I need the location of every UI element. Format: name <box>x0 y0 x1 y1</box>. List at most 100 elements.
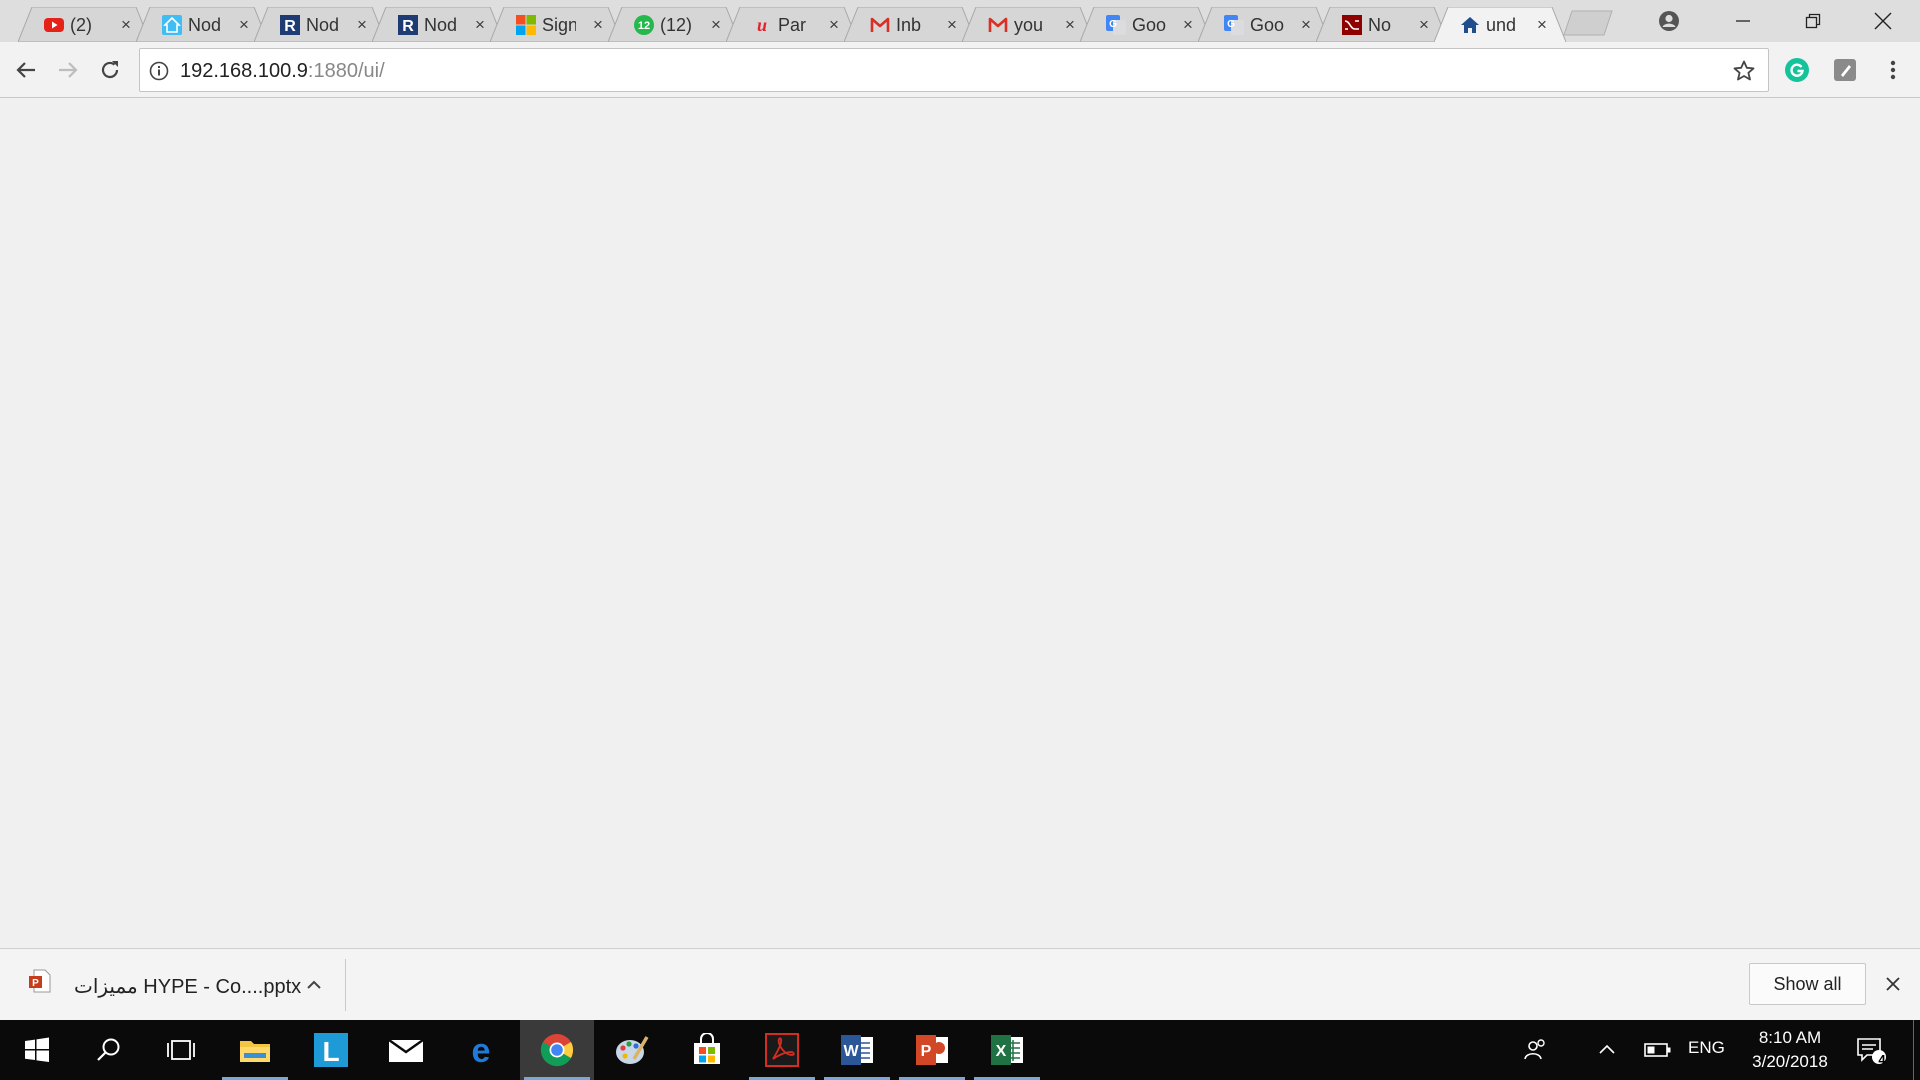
tab-par[interactable]: u Par × <box>726 7 858 42</box>
tab-close-icon[interactable]: × <box>1533 16 1551 34</box>
show-hidden-icons-button[interactable] <box>1585 1020 1629 1080</box>
download-shelf: P مميزات HYPE - Co....pptx Show all <box>0 948 1920 1020</box>
minimize-icon <box>1736 20 1750 22</box>
taskbar-mail[interactable] <box>369 1020 443 1080</box>
tab-google-translate-2[interactable]: G Goo × <box>1198 7 1330 42</box>
l-app-icon: L <box>314 1033 348 1067</box>
bookmark-star-icon[interactable] <box>1732 59 1756 83</box>
taskbar-file-explorer[interactable] <box>218 1020 292 1080</box>
people-button[interactable] <box>1512 1020 1560 1080</box>
tab-google-translate-1[interactable]: G Goo × <box>1080 7 1212 42</box>
address-bar[interactable]: 192.168.100.9:1880/ui/ <box>139 48 1769 92</box>
mail-icon <box>388 1039 424 1062</box>
taskbar-chrome[interactable] <box>520 1020 594 1080</box>
task-view-icon <box>167 1040 195 1060</box>
task-view-button[interactable] <box>144 1020 218 1080</box>
close-shelf-button[interactable] <box>1880 971 1906 997</box>
show-all-button[interactable]: Show all <box>1749 963 1866 1005</box>
tab-title: Goo <box>1132 15 1166 35</box>
svg-text:P: P <box>921 1043 932 1060</box>
show-desktop-button[interactable] <box>1913 1020 1920 1080</box>
start-button[interactable] <box>0 1020 74 1080</box>
tab-r-2[interactable]: R Nod × <box>372 7 504 42</box>
action-center-button[interactable]: 4 <box>1846 1020 1896 1080</box>
tab-title: Nod <box>306 15 340 35</box>
tab-close-icon[interactable]: × <box>1061 16 1079 34</box>
taskbar-acrobat[interactable] <box>745 1020 819 1080</box>
download-options-button[interactable] <box>300 971 328 999</box>
taskbar-excel[interactable]: X <box>970 1020 1044 1080</box>
search-button[interactable] <box>72 1020 146 1080</box>
tab-close-icon[interactable]: × <box>943 16 961 34</box>
clock[interactable]: 8:10 AM 3/20/2018 <box>1740 1026 1840 1074</box>
tab-microsoft[interactable]: Sign × <box>490 7 622 42</box>
google-translate-icon: G <box>1224 15 1244 35</box>
restore-icon <box>1805 13 1821 29</box>
url-text[interactable]: 192.168.100.9:1880/ui/ <box>180 59 385 83</box>
url-path: :1880/ui/ <box>307 60 385 82</box>
taskbar-word[interactable]: W <box>820 1020 894 1080</box>
back-arrow-icon <box>16 62 35 78</box>
windows-taskbar: L e W P X ENG 8:10 AM 3/20/2018 4 <box>0 1020 1920 1080</box>
minimize-button[interactable] <box>1708 0 1778 42</box>
paint-icon <box>616 1036 649 1064</box>
tab-dashboard-active[interactable]: und × <box>1434 7 1566 42</box>
tab-r-1[interactable]: R Nod × <box>254 7 386 42</box>
pptx-file-icon: P <box>29 969 51 993</box>
tab-close-icon[interactable]: × <box>235 16 253 34</box>
svg-text:G: G <box>1227 19 1235 30</box>
info-icon[interactable] <box>149 61 169 81</box>
download-item[interactable]: P مميزات HYPE - Co....pptx <box>22 957 342 1013</box>
chrome-icon <box>540 1034 574 1067</box>
battery-icon <box>1644 1043 1671 1057</box>
chrome-menu-button[interactable] <box>1878 55 1908 85</box>
close-window-button[interactable] <box>1848 0 1918 42</box>
tab-close-icon[interactable]: × <box>1415 16 1433 34</box>
taskbar-paint[interactable] <box>595 1020 669 1080</box>
taskbar-powerpoint[interactable]: P <box>895 1020 969 1080</box>
download-file-name: مميزات HYPE - Co....pptx <box>74 976 302 998</box>
battery-button[interactable] <box>1634 1020 1682 1080</box>
restore-button[interactable] <box>1778 0 1848 42</box>
extension-button[interactable] <box>1830 55 1860 85</box>
home-assistant-icon <box>162 15 182 35</box>
tab-title: you <box>1014 15 1044 35</box>
taskbar-l-app[interactable]: L <box>294 1020 368 1080</box>
back-button[interactable] <box>10 54 42 86</box>
clock-date: 3/20/2018 <box>1752 1052 1828 1071</box>
tab-youtube[interactable]: (2) × <box>18 7 150 42</box>
forward-button[interactable] <box>52 54 84 86</box>
clock-time: 8:10 AM <box>1758 1028 1822 1047</box>
people-icon <box>1524 1039 1545 1060</box>
tab-close-icon[interactable]: × <box>707 16 725 34</box>
tab-close-icon[interactable]: × <box>589 16 607 34</box>
tab-node-red[interactable]: No × <box>1316 7 1448 42</box>
tab-close-icon[interactable]: × <box>825 16 843 34</box>
browser-toolbar: 192.168.100.9:1880/ui/ <box>0 42 1920 98</box>
tab-close-icon[interactable]: × <box>117 16 135 34</box>
tab-gmail-inbox[interactable]: Inb × <box>844 7 976 42</box>
new-tab-button[interactable] <box>1562 10 1614 36</box>
tab-close-icon[interactable]: × <box>353 16 371 34</box>
reload-button[interactable] <box>94 54 126 86</box>
tab-title: No <box>1368 15 1392 35</box>
tab-title: Nod <box>424 15 458 35</box>
tab-gmail-2[interactable]: you × <box>962 7 1094 42</box>
tab-whatsapp[interactable]: 12 (12) × <box>608 7 740 42</box>
grammarly-icon <box>1785 58 1809 82</box>
svg-text:R: R <box>284 18 296 35</box>
grammarly-extension[interactable] <box>1782 55 1812 85</box>
acrobat-icon <box>765 1033 799 1067</box>
home-icon <box>1461 17 1479 33</box>
tab-close-icon[interactable]: × <box>1297 16 1315 34</box>
u-letter-icon: u <box>757 15 767 35</box>
tab-title: Inb <box>896 15 922 35</box>
profile-button[interactable] <box>1636 0 1702 42</box>
tab-close-icon[interactable]: × <box>471 16 489 34</box>
input-language[interactable]: ENG <box>1688 1038 1725 1058</box>
tab-close-icon[interactable]: × <box>1179 16 1197 34</box>
taskbar-edge[interactable]: e <box>444 1020 518 1080</box>
taskbar-store[interactable] <box>670 1020 744 1080</box>
tab-home-assistant[interactable]: Nod × <box>136 7 268 42</box>
close-icon <box>1874 12 1892 30</box>
